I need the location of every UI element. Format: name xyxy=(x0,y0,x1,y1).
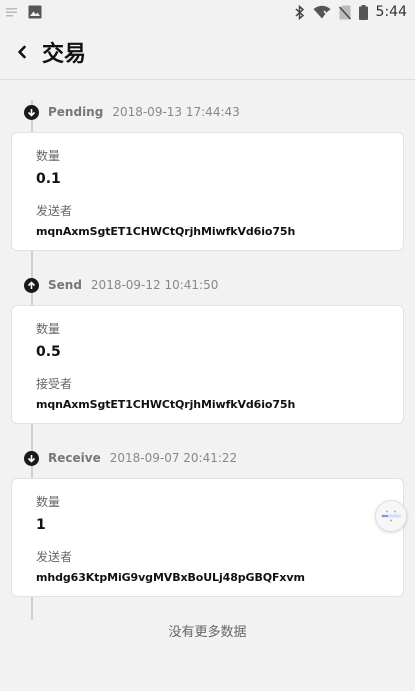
amount-value: 1 xyxy=(36,517,46,533)
amount-label: 数量 xyxy=(36,149,61,163)
signal-icon xyxy=(6,8,17,17)
party-label: 接受者 xyxy=(36,377,73,391)
amount-value: 0.5 xyxy=(36,344,61,360)
address-value: mhdg63KtpMiG9vgMVBxBoULj48pGBQFxvm xyxy=(36,571,305,584)
party-label: 发送者 xyxy=(36,550,73,564)
party-label: 发送者 xyxy=(36,204,73,218)
transaction-type: Pending xyxy=(48,105,104,119)
transaction-type: Send xyxy=(48,278,82,292)
chevron-left-icon xyxy=(18,45,26,58)
arrow-down-circle-icon xyxy=(24,104,39,120)
transaction-card[interactable]: 数量 0.1 发送者 mqnAxmSgtET1CHWCtQrjhMiwfkVd6… xyxy=(11,132,404,251)
transaction-header: Receive 2018-09-07 20:41:22 xyxy=(24,449,237,467)
transaction-card[interactable]: 数量 0.5 接受者 mqnAxmSgtET1CHWCtQrjhMiwfkVd6… xyxy=(11,305,404,424)
wifi-icon xyxy=(313,5,331,19)
amount-label: 数量 xyxy=(36,322,61,336)
back-button[interactable] xyxy=(2,24,42,80)
amount-value: 0.1 xyxy=(36,171,61,187)
transaction-card[interactable]: 数量 1 发送者 mhdg63KtpMiG9vgMVBxBoULj48pGBQF… xyxy=(11,478,404,597)
address-value: mqnAxmSgtET1CHWCtQrjhMiwfkVd6io75h xyxy=(36,398,296,411)
image-icon xyxy=(28,5,42,19)
bluetooth-icon xyxy=(295,4,304,20)
sim-icon xyxy=(338,5,351,19)
status-bar: 5:44 xyxy=(0,0,415,24)
amount-label: 数量 xyxy=(36,495,61,509)
address-value: mqnAxmSgtET1CHWCtQrjhMiwfkVd6io75h xyxy=(36,225,296,238)
transaction-type: Receive xyxy=(48,451,101,465)
transaction-time: 2018-09-07 20:41:22 xyxy=(109,451,238,465)
no-more-data-text: 没有更多数据 xyxy=(168,625,247,640)
transaction-header: Send 2018-09-12 10:41:50 xyxy=(24,276,218,294)
battery-icon xyxy=(358,4,368,20)
transaction-time: 2018-09-13 17:44:43 xyxy=(112,105,240,119)
transaction-header: Pending 2018-09-13 17:44:43 xyxy=(24,103,240,121)
assist-icon xyxy=(381,510,401,522)
app-bar: 交易 xyxy=(0,24,415,80)
page-title: 交易 xyxy=(42,41,87,67)
status-time: 5:44 xyxy=(375,4,407,20)
arrow-down-circle-icon xyxy=(24,450,39,466)
floating-assist-button[interactable] xyxy=(375,500,407,532)
arrow-up-circle-icon xyxy=(24,277,39,293)
transaction-time: 2018-09-12 10:41:50 xyxy=(90,278,219,292)
